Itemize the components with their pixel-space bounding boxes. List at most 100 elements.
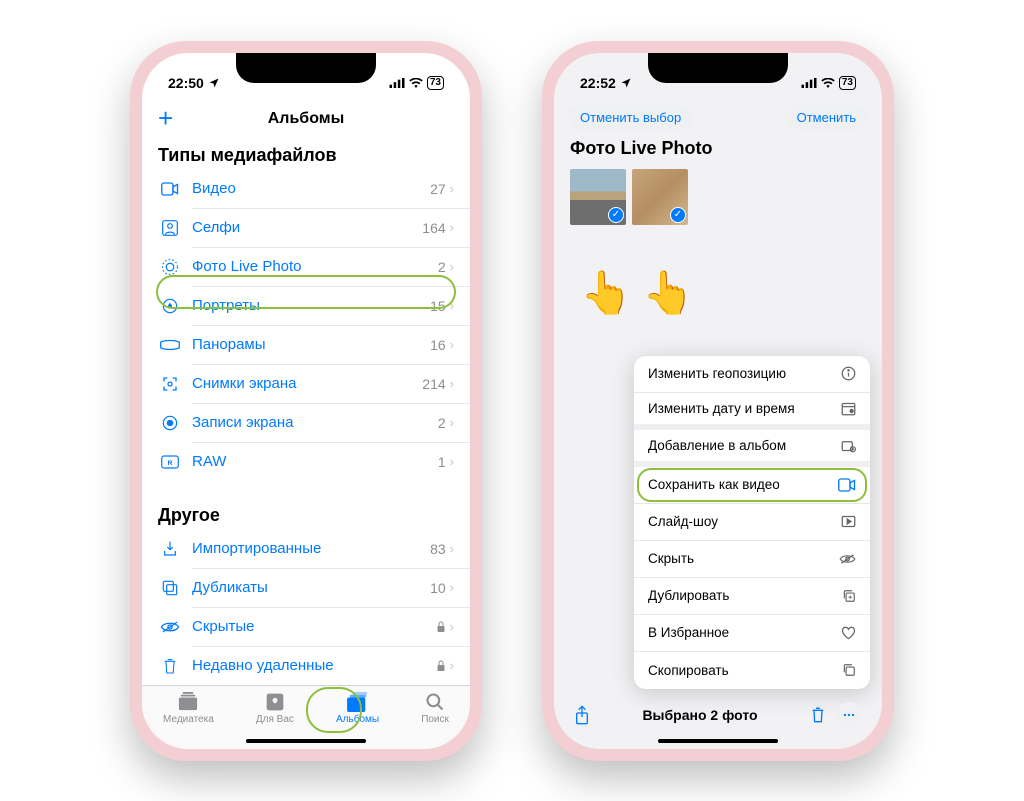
- list-item-label: Скрытые: [182, 618, 436, 635]
- list-item-label: Записи экрана: [182, 414, 438, 431]
- list-item-count: 2: [438, 415, 450, 431]
- list-item[interactable]: Дубликаты10›: [142, 569, 470, 607]
- list-item-label: Панорамы: [182, 336, 430, 353]
- list-item[interactable]: Импортированные83›: [142, 530, 470, 568]
- list-item[interactable]: Фото Live Photo2›: [142, 248, 470, 286]
- list-item-label: RAW: [182, 453, 438, 470]
- dup-icon: [842, 589, 856, 603]
- list-item-count: 15: [430, 298, 450, 314]
- menu-item[interactable]: Добавление в альбом: [634, 430, 870, 467]
- action-sheet: Изменить геопозицию Изменить дату и время…: [634, 356, 870, 689]
- list-item[interactable]: Скрытые ›: [142, 608, 470, 646]
- list-item-label: Селфи: [182, 219, 422, 236]
- bottom-toolbar: Выбрано 2 фото: [554, 695, 882, 735]
- photo-thumb[interactable]: ✓: [570, 169, 626, 225]
- calendar-icon: [841, 401, 856, 416]
- phone-left: 22:50 73 + Альбомы Типы медиафайлов Ви: [130, 41, 482, 761]
- chevron-right-icon: ›: [450, 259, 454, 274]
- foryou-icon: [265, 692, 285, 712]
- section-media-types: Типы медиафайлов: [142, 139, 470, 170]
- tab-library[interactable]: Медиатека: [163, 692, 214, 725]
- location-icon: [620, 77, 632, 89]
- deselect-button[interactable]: Отменить выбор: [568, 105, 693, 130]
- search-icon: [425, 692, 445, 712]
- menu-item[interactable]: Скрыть: [634, 541, 870, 578]
- menu-item[interactable]: Дублировать: [634, 578, 870, 615]
- signal-icon: [801, 78, 817, 88]
- menu-item-label: Слайд-шоу: [648, 514, 718, 529]
- menu-item[interactable]: Скопировать: [634, 652, 870, 689]
- list-item[interactable]: Видео27›: [142, 170, 470, 208]
- album-title: Фото Live Photo: [554, 136, 882, 169]
- add-button[interactable]: +: [158, 103, 173, 134]
- photo-thumb[interactable]: ✓: [632, 169, 688, 225]
- menu-item[interactable]: Слайд-шоу: [634, 504, 870, 541]
- list-item[interactable]: Записи экрана2›: [142, 404, 470, 442]
- menu-item-label: Скрыть: [648, 551, 694, 566]
- list-item-count: 164: [422, 220, 449, 236]
- menu-item-label: Добавление в альбом: [648, 438, 786, 453]
- chevron-right-icon: ›: [450, 220, 454, 235]
- phone-right: 22:52 73 Отменить выбор Отменить Фото Li…: [542, 41, 894, 761]
- list-item[interactable]: Селфи164›: [142, 209, 470, 247]
- list-item-label: Импортированные: [182, 540, 430, 557]
- home-indicator: [658, 739, 778, 743]
- play-icon: [841, 515, 856, 528]
- chevron-right-icon: ›: [450, 376, 454, 391]
- raw-icon: R: [158, 455, 182, 469]
- list-item[interactable]: Портреты15›: [142, 287, 470, 325]
- pointer-hand-icon: 👆: [642, 269, 694, 318]
- chevron-right-icon: ›: [450, 337, 454, 352]
- list-item-label: Портреты: [182, 297, 430, 314]
- menu-item-label: В Избранное: [648, 625, 729, 640]
- screenrec-icon: [158, 415, 182, 431]
- wifi-icon: [821, 78, 835, 88]
- tab-label: Поиск: [421, 714, 449, 725]
- tab-foryou[interactable]: Для Вас: [256, 692, 294, 725]
- chevron-right-icon: ›: [450, 658, 454, 673]
- battery-icon: 73: [839, 76, 856, 90]
- list-item-count: 1: [438, 454, 450, 470]
- menu-item[interactable]: Изменить дату и время: [634, 393, 870, 430]
- list-item-label: Недавно удаленные: [182, 657, 436, 674]
- addalbum-icon: [841, 438, 856, 453]
- more-button[interactable]: [836, 702, 862, 728]
- selected-count: Выбрано 2 фото: [642, 707, 757, 723]
- albums-icon: [347, 692, 369, 712]
- menu-item[interactable]: Изменить геопозицию: [634, 356, 870, 393]
- list-item[interactable]: RRAW1›: [142, 443, 470, 481]
- menu-item[interactable]: В Избранное: [634, 615, 870, 652]
- chevron-right-icon: ›: [450, 454, 454, 469]
- list-item-count: 83: [430, 541, 450, 557]
- chevron-right-icon: ›: [450, 619, 454, 634]
- video-icon: [158, 182, 182, 196]
- screen-left: 22:50 73 + Альбомы Типы медиафайлов Ви: [142, 53, 470, 749]
- selection-header: Отменить выбор Отменить: [554, 99, 882, 136]
- cancel-button[interactable]: Отменить: [785, 105, 868, 130]
- tab-label: Альбомы: [336, 714, 379, 725]
- trash-button[interactable]: [810, 706, 826, 724]
- heart-icon: [841, 626, 856, 640]
- battery-icon: 73: [427, 76, 444, 90]
- share-button[interactable]: [574, 705, 590, 725]
- chevron-right-icon: ›: [450, 580, 454, 595]
- menu-item-label: Изменить геопозицию: [648, 366, 786, 381]
- menu-item-label: Дублировать: [648, 588, 729, 603]
- tab-label: Для Вас: [256, 714, 294, 725]
- copy-icon: [842, 663, 856, 677]
- portrait-icon: [158, 298, 182, 314]
- list-item-count: 2: [438, 259, 450, 275]
- list-item-count: 16: [430, 337, 450, 353]
- menu-item[interactable]: Сохранить как видео: [634, 467, 870, 504]
- hidden-icon: [158, 620, 182, 634]
- list-item[interactable]: Недавно удаленные ›: [142, 647, 470, 685]
- lock-icon: [436, 621, 450, 633]
- check-icon: ✓: [608, 207, 624, 223]
- tab-search[interactable]: Поиск: [421, 692, 449, 725]
- check-icon: ✓: [670, 207, 686, 223]
- tab-albums[interactable]: Альбомы: [336, 692, 379, 725]
- list-item[interactable]: Снимки экрана214›: [142, 365, 470, 403]
- list-item[interactable]: Панорамы16›: [142, 326, 470, 364]
- screenshot-icon: [158, 376, 182, 392]
- tab-label: Медиатека: [163, 714, 214, 725]
